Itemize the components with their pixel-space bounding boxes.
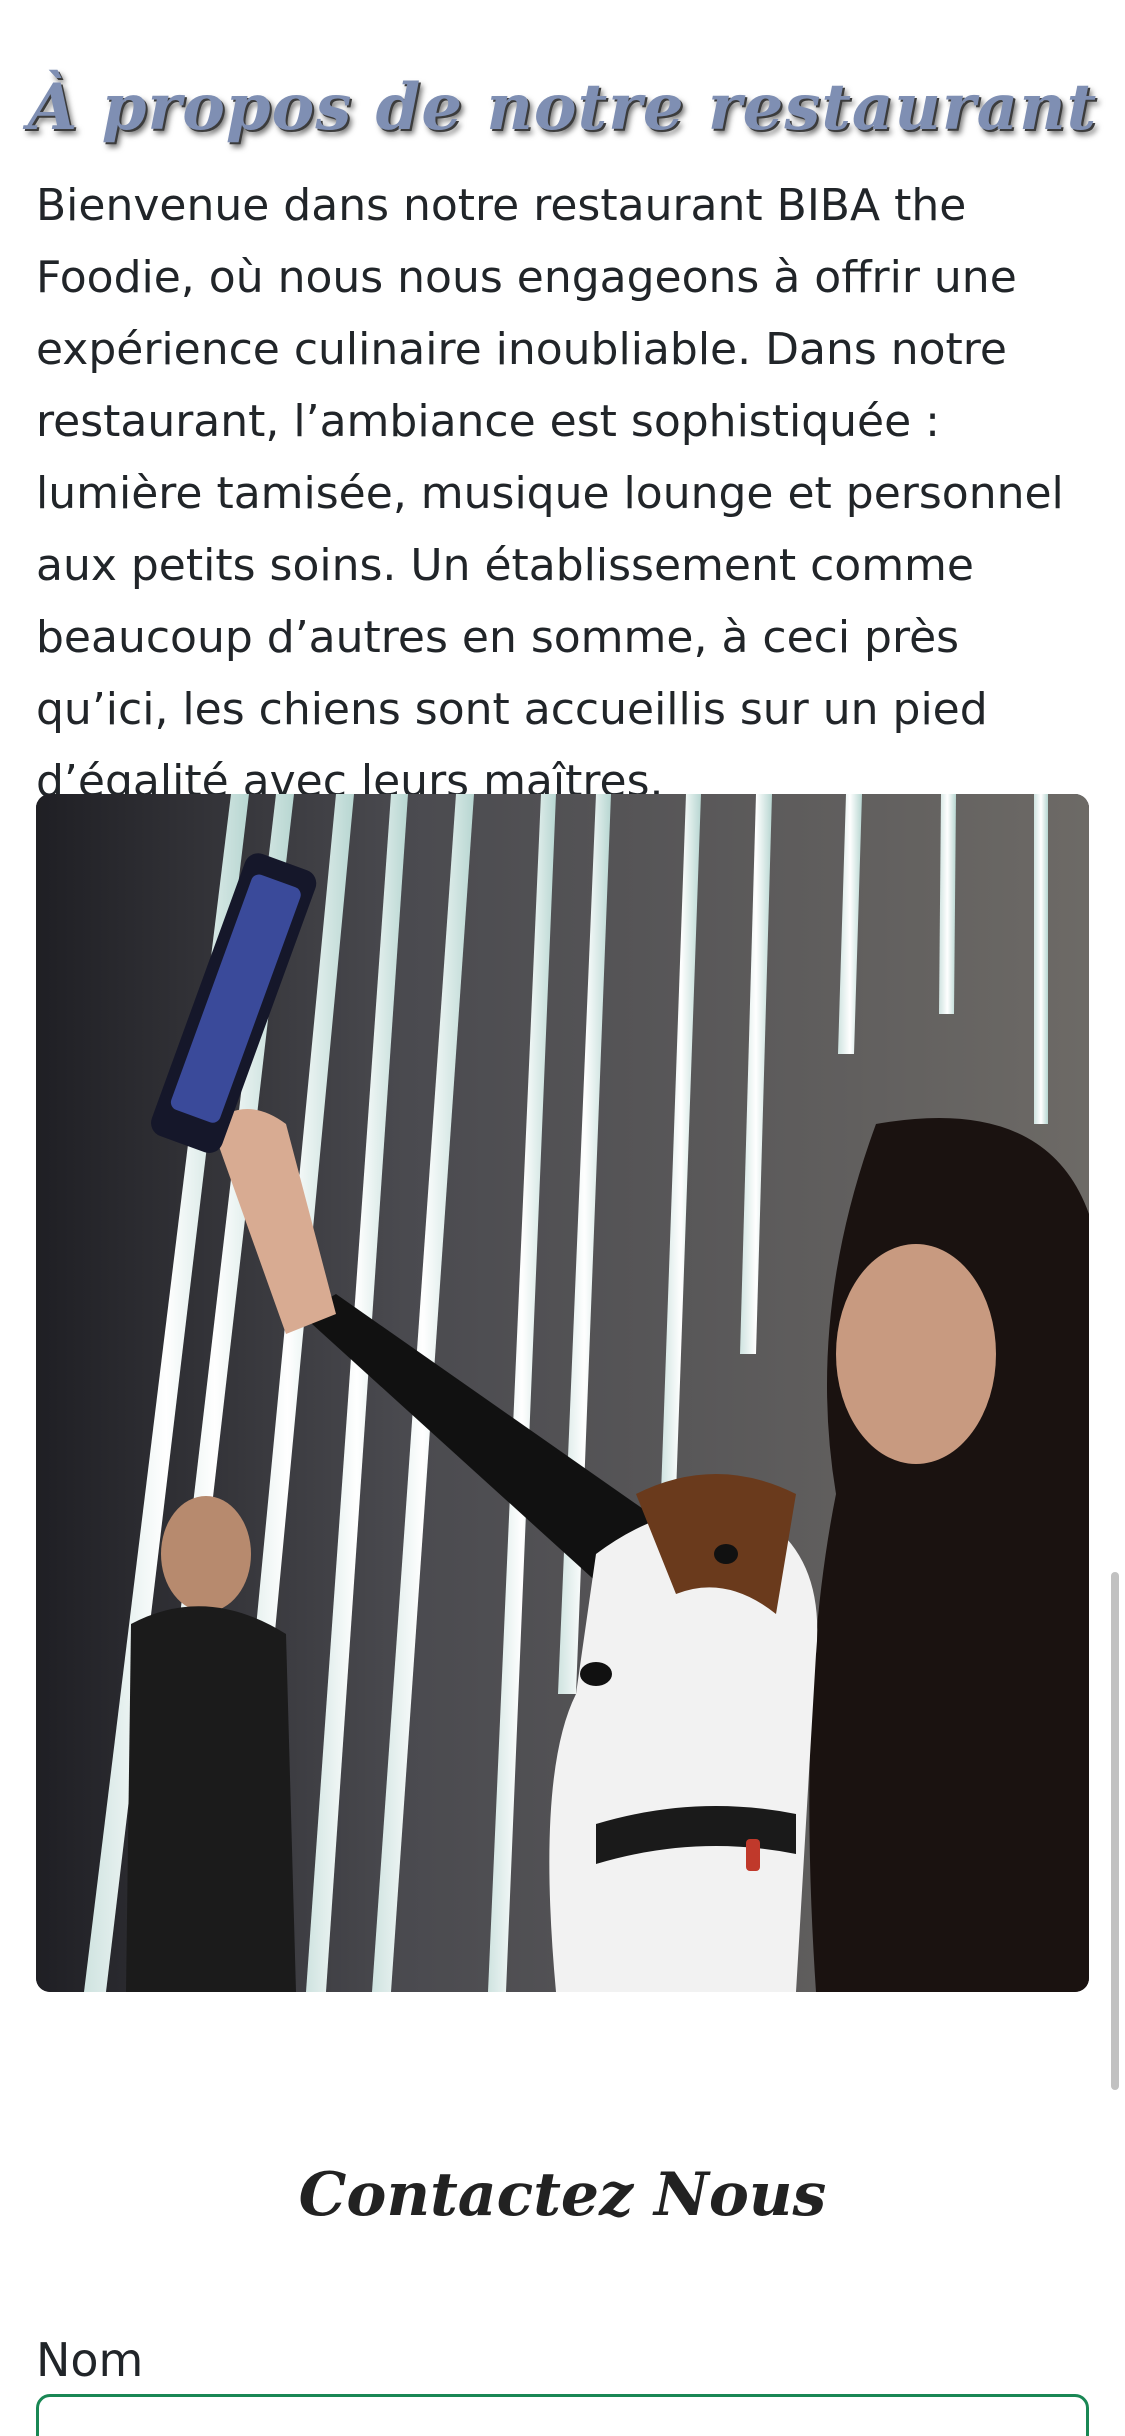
about-title: À propos de notre restaurant [27,70,1098,145]
name-label: Nom [36,2333,144,2387]
about-text: Bienvenue dans notre restaurant BIBA the… [36,180,1064,807]
restaurant-photo [36,794,1089,1992]
name-input[interactable] [36,2394,1089,2436]
contact-title: Contactez Nous [298,2160,827,2230]
page-scrollbar[interactable] [1111,1572,1119,2090]
